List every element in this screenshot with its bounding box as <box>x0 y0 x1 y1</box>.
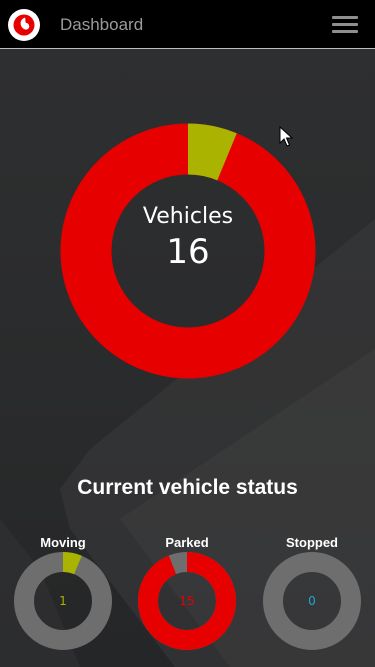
mouse-pointer-icon <box>279 126 293 147</box>
status-label: Stopped <box>286 535 338 550</box>
status-card-parked[interactable]: Parked 15 <box>132 533 242 653</box>
menu-bar-middle <box>332 23 358 26</box>
current-status-heading: Current vehicle status <box>77 476 298 499</box>
status-card-moving[interactable]: Moving 1 <box>8 533 118 653</box>
status-value: 15 <box>179 594 195 608</box>
vodafone-logo-icon[interactable] <box>8 9 40 41</box>
vehicles-label: Vehicles <box>142 204 234 229</box>
page-title: Dashboard <box>60 15 144 34</box>
status-value: 1 <box>59 594 67 608</box>
top-app-bar: Dashboard <box>0 0 375 49</box>
menu-bar-bottom <box>332 30 358 33</box>
status-label: Parked <box>165 535 209 550</box>
status-value: 0 <box>308 594 316 608</box>
dashboard-content: Vehicles 16 Current vehicle status Movin… <box>0 49 375 667</box>
status-label: Moving <box>40 535 86 550</box>
hamburger-menu-icon[interactable] <box>330 12 360 38</box>
vehicles-count: 16 <box>166 232 210 272</box>
menu-bar-top <box>332 16 358 19</box>
status-card-stopped[interactable]: Stopped 0 <box>257 533 367 653</box>
